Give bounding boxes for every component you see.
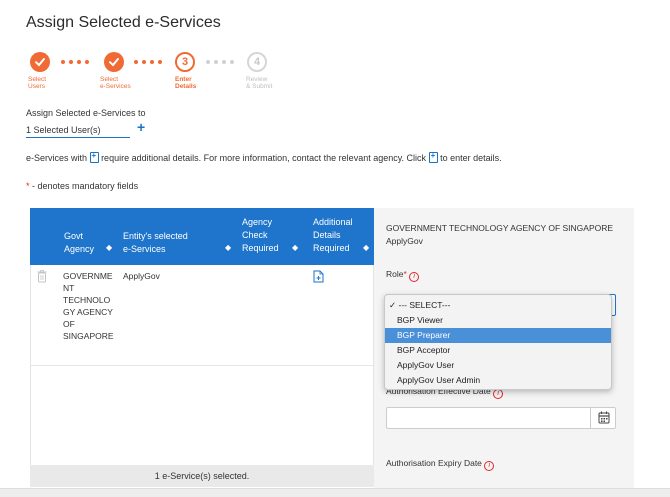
document-add-icon [89,151,99,163]
role-option[interactable]: BGP Viewer [385,313,611,328]
step-3-circle: 3 [175,52,195,72]
additional-details-notice: e-Services with require additional detai… [26,151,502,163]
role-option[interactable]: BGP Acceptor [385,343,611,358]
role-option[interactable]: BGP Preparer [385,328,611,343]
table-header: Govt Agency ◆ Entity's selected e-Services… [30,208,374,265]
role-option[interactable]: ApplyGov User [385,358,611,373]
col-header-govt-agency[interactable]: Govt Agency [64,230,94,256]
panel-agency-name: GOVERNMENT TECHNOLOGY AGENCY OF SINGAPOR… [386,223,614,233]
sort-icon[interactable]: ◆ [106,243,112,252]
step-4-circle: 4 [247,52,267,72]
table-footer: 1 e-Service(s) selected. [30,465,374,487]
row-divider [30,365,374,366]
col-header-additional-details[interactable]: Additional Details Required [313,216,353,255]
step-3-label: Enter Details [175,76,197,90]
col-header-selected-services[interactable]: Entity's selected e-Services [123,230,188,256]
page-title: Assign Selected e-Services [26,14,221,31]
panel-service-name: ApplyGov [386,236,423,246]
role-option[interactable]: ✓ --- SELECT--- [385,298,611,313]
assign-label: Assign Selected e-Services to [26,108,146,118]
step-4-label: Review & Submit [246,76,273,90]
expiry-date-label: Authorisation Expiry Date i [386,457,495,471]
agency-cell: GOVERNME NT TECHNOLO GY AGENCY OF SINGAP… [63,271,114,341]
effective-date-input[interactable] [386,407,616,429]
step-1-check-icon[interactable] [30,52,50,72]
step-2-label: Select e-Services [100,76,131,90]
stepper-connector [61,60,89,64]
delete-icon[interactable] [37,270,47,285]
mandatory-note: * - denotes mandatory fields [26,181,139,191]
add-user-icon[interactable]: + [137,120,145,134]
stepper-connector [206,60,234,64]
info-icon[interactable]: i [493,389,504,399]
role-option[interactable]: ApplyGov User Admin [385,373,611,388]
calendar-button[interactable] [590,407,616,429]
stepper-connector [134,60,162,64]
selected-users-field[interactable]: 1 Selected User(s) [26,125,130,138]
sort-icon[interactable]: ◆ [363,243,369,252]
step-1-label: Select Users [28,76,47,90]
bottom-bar [0,488,670,497]
additional-details-icon[interactable] [313,270,324,285]
col-header-agency-check[interactable]: Agency Check Required [242,216,279,255]
service-cell: ApplyGov [123,271,160,281]
document-add-icon [428,151,438,163]
step-2-check-icon[interactable] [104,52,124,72]
role-label: Role* i [386,268,420,282]
role-dropdown-menu: ✓ --- SELECT--- BGP Viewer BGP Preparer … [384,294,612,390]
info-icon[interactable]: i [484,461,495,471]
sort-icon[interactable]: ◆ [292,243,298,252]
calendar-icon [598,411,610,424]
info-icon[interactable]: i [409,272,420,282]
sort-icon[interactable]: ◆ [225,243,231,252]
